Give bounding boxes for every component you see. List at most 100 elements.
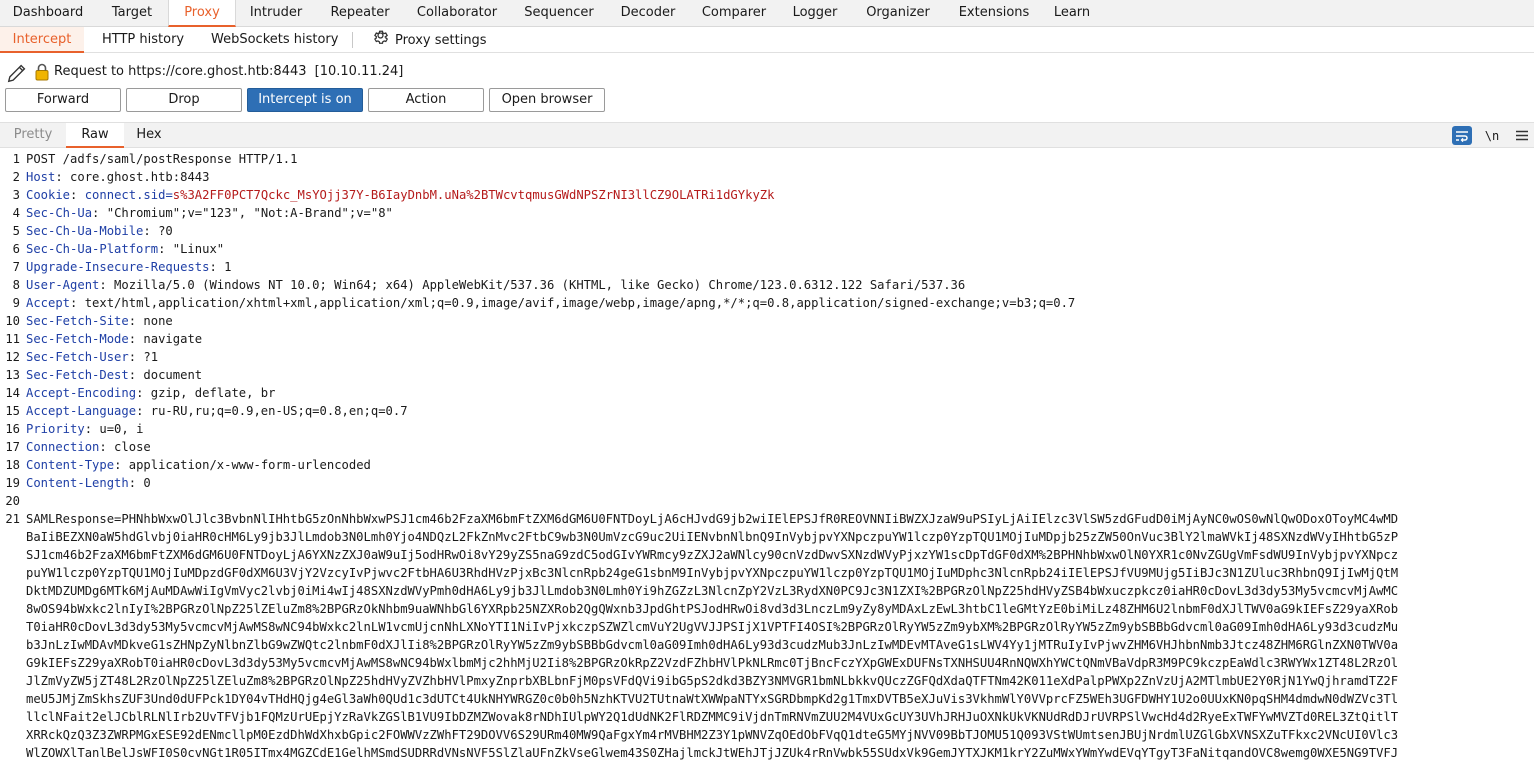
line-number: 21 (5, 512, 20, 526)
header-value: text/html,application/xhtml+xml,applicat… (77, 296, 1076, 310)
header-colon: : (209, 260, 217, 274)
request-line: Sec-Ch-Ua: "Chromium";v="123", "Not:A-Br… (26, 206, 393, 220)
request-line: Upgrade-Insecure-Requests: 1 (26, 260, 231, 274)
header-value: application/x-www-form-urlencoded (121, 458, 371, 472)
menu-icon[interactable] (1512, 126, 1532, 145)
request-text: POST /adfs/saml/postResponse HTTP/1.1 (26, 152, 298, 166)
line-number: 11 (5, 332, 20, 346)
tab-comparer[interactable]: Comparer (688, 0, 780, 27)
tab-collaborator[interactable]: Collaborator (404, 0, 510, 27)
line-number: 10 (5, 314, 20, 328)
open-browser-button[interactable]: Open browser (489, 88, 605, 112)
subtab-http-history[interactable]: HTTP history (102, 27, 184, 53)
header-value: "Chromium";v="123", "Not:A-Brand";v="8" (99, 206, 393, 220)
tab-sequencer[interactable]: Sequencer (510, 0, 608, 27)
header-value: Mozilla/5.0 (Windows NT 10.0; Win64; x64… (106, 278, 966, 292)
editor-tab-raw[interactable]: Raw (66, 123, 124, 148)
line-number: 18 (5, 458, 20, 472)
request-line: Accept-Encoding: gzip, deflate, br (26, 386, 275, 400)
line-number: 2 (12, 170, 20, 184)
request-url: Request to https://core.ghost.htb:8443 (54, 64, 307, 79)
request-line: POST /adfs/saml/postResponse HTTP/1.1 (26, 152, 298, 166)
line-number: 9 (12, 296, 20, 310)
request-line: Sec-Fetch-User: ?1 (26, 350, 158, 364)
header-name: Content-Type (26, 458, 115, 472)
header-colon: : (143, 224, 151, 238)
editor-tab-pretty[interactable]: Pretty (0, 123, 66, 148)
tab-extensions[interactable]: Extensions (946, 0, 1042, 27)
drop-button[interactable]: Drop (126, 88, 242, 112)
header-name: Connection (26, 440, 100, 454)
saml-response-body-line: WlZOWXlTanlBelJsWFI0S0cvNGt1R05ITmx4MGZC… (26, 746, 1399, 760)
proxy-sub-tab-bar: Intercept HTTP history WebSockets histor… (0, 27, 1534, 53)
editor-tab-hex[interactable]: Hex (124, 123, 174, 148)
header-value: gzip, deflate, br (143, 386, 276, 400)
forward-button[interactable]: Forward (5, 88, 121, 112)
line-number: 6 (12, 242, 20, 256)
word-wrap-icon[interactable] (1452, 126, 1472, 145)
header-name: Accept-Encoding (26, 386, 137, 400)
proxy-settings-label: Proxy settings (395, 32, 487, 48)
header-name: Accept (26, 296, 71, 310)
header-colon: : (128, 332, 137, 346)
request-line: Sec-Fetch-Dest: document (26, 368, 202, 382)
cookie-value: s%3A2FF0PCT7Qckc_MsYOjj37Y-B6IayDnbM.uNa… (172, 188, 775, 202)
tab-target[interactable]: Target (96, 0, 168, 27)
newline-toggle-icon[interactable]: \n (1482, 126, 1502, 145)
request-line: Accept-Language: ru-RU,ru;q=0.9,en-US;q=… (26, 404, 408, 418)
header-colon: : (128, 350, 137, 364)
sub-tab-divider (352, 32, 353, 48)
saml-response-body-line: SJ1cm46b2FzaXM6bmFtZXM6dGM6U0FNTDoyLjA6Y… (26, 548, 1399, 562)
subtab-intercept[interactable]: Intercept (0, 27, 84, 53)
header-name: Sec-Fetch-Dest (26, 368, 129, 382)
line-number: 14 (5, 386, 20, 400)
saml-response-body-line: G9kIEFsZ29yaXRobT0iaHR0cDovL3d3dy53My5vc… (26, 656, 1399, 670)
header-value: none (136, 314, 173, 328)
header-value: core.ghost.htb:8443 (62, 170, 210, 184)
pencil-icon[interactable] (6, 62, 28, 88)
line-number: 17 (5, 440, 20, 454)
header-value: u=0, i (92, 422, 144, 436)
header-value: navigate (136, 332, 203, 346)
tab-dashboard[interactable]: Dashboard (0, 0, 96, 27)
request-line: Sec-Ch-Ua-Mobile: ?0 (26, 224, 173, 238)
line-number: 4 (12, 206, 20, 220)
request-editor[interactable]: 1 POST /adfs/saml/postResponse HTTP/1.1 2 H… (0, 151, 1534, 762)
request-line: Content-Length: 0 (26, 476, 151, 490)
line-number: 15 (5, 404, 20, 418)
request-line: Sec-Fetch-Site: none (26, 314, 173, 328)
request-line: Host: core.ghost.htb:8443 (26, 170, 209, 184)
request-ip: [10.10.11.24] (314, 64, 404, 79)
header-colon: : (128, 314, 137, 328)
proxy-settings-button[interactable]: Proxy settings (372, 27, 487, 53)
header-colon: : (99, 440, 107, 454)
header-name: Sec-Fetch-Site (26, 314, 129, 328)
lock-icon (34, 63, 50, 85)
request-line: Content-Type: application/x-www-form-url… (26, 458, 371, 472)
saml-response-body-line: llclNFait2elJCblRLNlIrb2UvTFVjb1FQMzUrUE… (26, 710, 1399, 724)
line-number: 1 (12, 152, 20, 166)
subtab-websockets-history[interactable]: WebSockets history (211, 27, 338, 53)
request-line: Cookie: connect.sid=s%3A2FF0PCT7Qckc_MsY… (26, 188, 774, 202)
saml-response-body-line: 8wOS94bWxkc2lnIyI%2BPGRzOlNpZ25lZEluZm8%… (26, 602, 1399, 616)
tab-organizer[interactable]: Organizer (850, 0, 946, 27)
message-editor-tab-bar: Pretty Raw Hex \n (0, 122, 1534, 148)
tab-logger[interactable]: Logger (780, 0, 850, 27)
header-value: "Linux" (165, 242, 225, 256)
cookie-equals: = (165, 188, 173, 202)
gear-icon (372, 27, 389, 53)
header-value: ?0 (150, 224, 173, 238)
action-button[interactable]: Action (368, 88, 484, 112)
tab-repeater[interactable]: Repeater (316, 0, 404, 27)
tab-decoder[interactable]: Decoder (608, 0, 688, 27)
saml-response-body-line: puYW1lczp0YzpTQU1MOjIuMDpzdGF0dXM6U3VjY2… (26, 566, 1399, 580)
header-separator: : (70, 188, 85, 202)
header-value: ru-RU,ru;q=0.9,en-US;q=0.8,en;q=0.7 (143, 404, 408, 418)
tab-intruder[interactable]: Intruder (236, 0, 316, 27)
header-name: Host (26, 170, 56, 184)
tab-proxy[interactable]: Proxy (168, 0, 236, 27)
line-number: 8 (12, 278, 20, 292)
header-value: close (106, 440, 151, 454)
tab-learn[interactable]: Learn (1042, 0, 1102, 27)
intercept-toggle-button[interactable]: Intercept is on (247, 88, 363, 112)
